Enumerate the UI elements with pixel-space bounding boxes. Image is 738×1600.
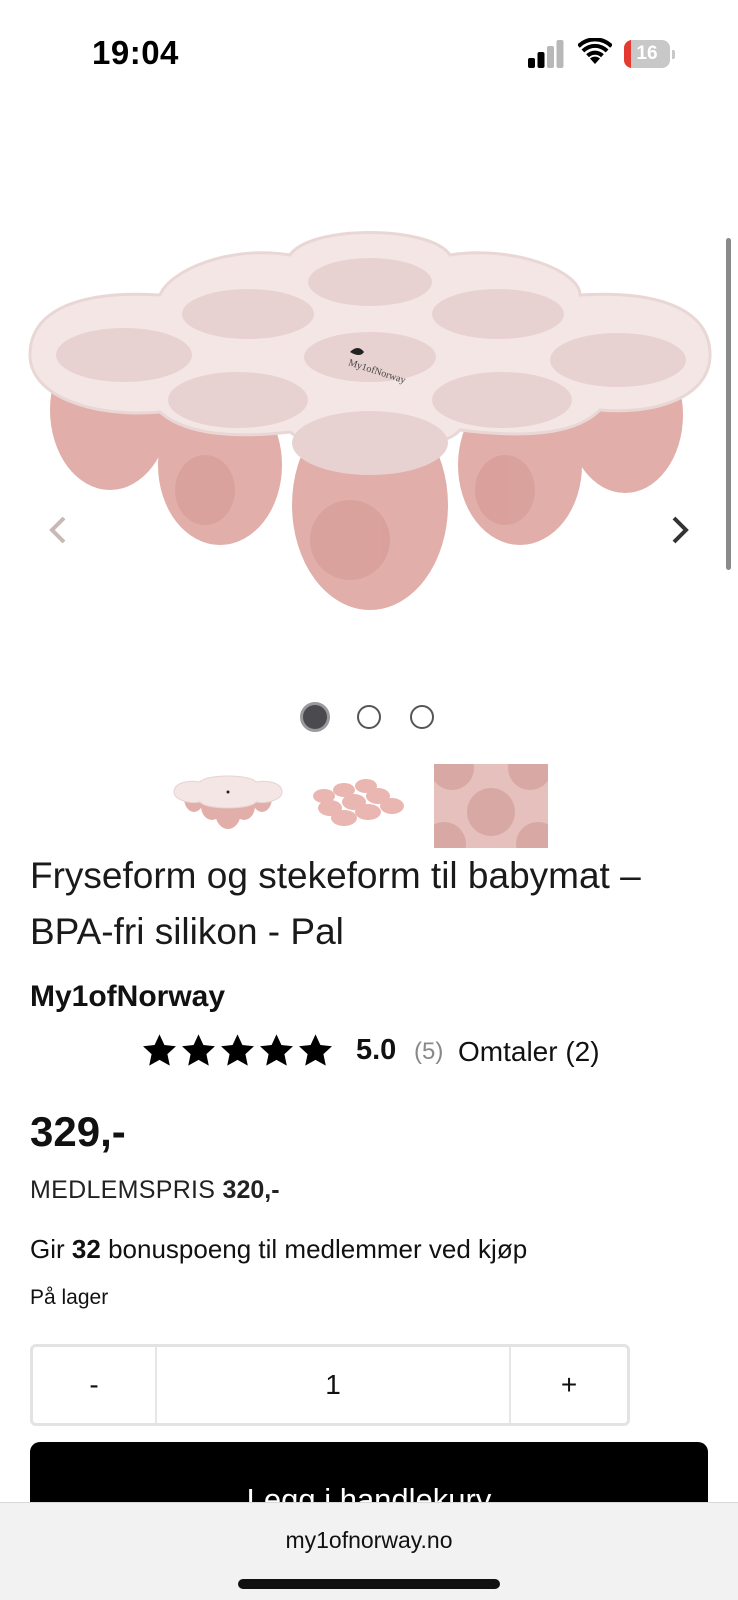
pagination-dot-3[interactable] (410, 705, 434, 729)
product-image[interactable]: My1ofNorway (20, 200, 720, 630)
pagination-dot-1[interactable] (300, 702, 330, 732)
chevron-left-icon (49, 516, 66, 544)
thumbnail-2[interactable] (300, 764, 416, 848)
bonus-suffix: bonuspoeng til medlemmer ved kjøp (108, 1234, 528, 1264)
signal-icon (528, 40, 564, 68)
stock-status: På lager (30, 1286, 109, 1309)
status-time: 19:04 (92, 34, 179, 71)
thumbnail-3[interactable] (434, 764, 548, 848)
battery-body: 16 (624, 40, 670, 68)
decrease-quantity-button[interactable]: - (33, 1347, 155, 1423)
member-price-label: MEDLEMSPRIS (30, 1176, 216, 1204)
product-gallery[interactable]: My1ofNorway (0, 150, 738, 690)
rating-row: 5.0 (5) Omtaler (2) (140, 1032, 620, 1076)
brand-name[interactable]: My1ofNorway (30, 980, 225, 1014)
rating-count: (5) (414, 1038, 444, 1065)
rating-value: 5.0 (356, 1034, 397, 1066)
pagination-dot-2[interactable] (357, 705, 381, 729)
product-price: 329,- (30, 1108, 126, 1155)
star-icon (299, 1034, 332, 1066)
bonus-points-text: Gir 32 bonuspoeng til medlemmer ved kjøp (30, 1234, 527, 1265)
rating-stars (140, 1032, 335, 1072)
bonus-points: 32 (71, 1234, 101, 1264)
address-bar[interactable]: my1ofnorway.no (0, 1527, 738, 1554)
wifi-icon (578, 38, 612, 64)
battery-icon: 16 (624, 40, 676, 68)
star-icon (143, 1034, 176, 1066)
member-price-amount: 320,- (222, 1176, 280, 1204)
reviews-link[interactable]: Omtaler (2) (458, 1036, 600, 1068)
increase-quantity-button[interactable]: + (511, 1347, 627, 1423)
member-price: MEDLEMSPRIS 320,- (30, 1176, 280, 1205)
battery-tip (672, 50, 675, 59)
quantity-stepper: - 1 + (30, 1344, 630, 1426)
browser-bottom-bar: my1ofnorway.no (0, 1502, 738, 1600)
battery-level: 16 (636, 43, 658, 64)
thumbnail-1[interactable] (170, 764, 286, 848)
quantity-input[interactable]: 1 (155, 1347, 511, 1423)
home-indicator[interactable] (238, 1579, 500, 1589)
previous-image-button[interactable] (42, 510, 74, 550)
product-title: Fryseform og stekeform til babymat – BPA… (30, 855, 641, 952)
star-icon (182, 1034, 215, 1066)
star-icon (260, 1034, 293, 1066)
star-icon (221, 1034, 254, 1066)
thumbnail-strip (170, 764, 550, 848)
bonus-prefix: Gir (30, 1234, 65, 1264)
gallery-pagination (300, 702, 440, 736)
chevron-right-icon (672, 516, 689, 544)
status-bar: 19:04 16 (0, 0, 738, 108)
next-image-button[interactable] (664, 510, 696, 550)
